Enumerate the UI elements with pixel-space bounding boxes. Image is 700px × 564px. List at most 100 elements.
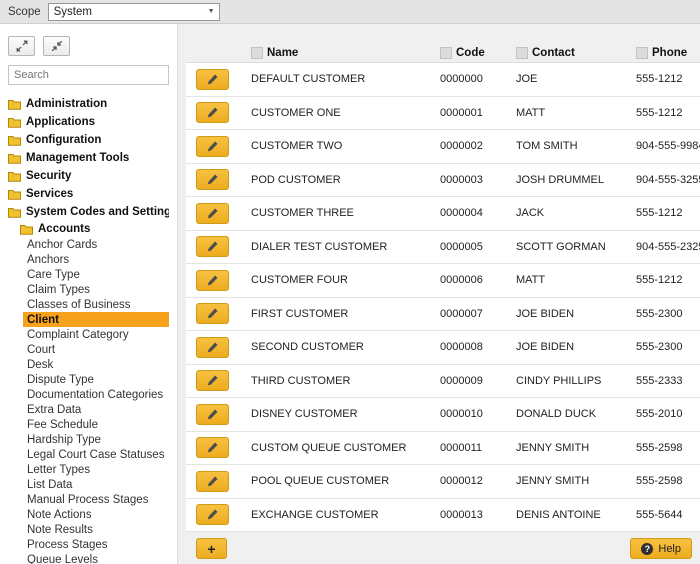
add-button[interactable]: + <box>196 538 227 559</box>
cell-phone: 555-2300 <box>621 341 700 353</box>
sidebar-item-anchors[interactable]: Anchors <box>23 252 169 267</box>
cell-code: 0000000 <box>426 73 501 85</box>
folder-icon <box>8 135 21 146</box>
folder-icon <box>8 117 21 128</box>
cell-name: CUSTOMER TWO <box>241 140 426 152</box>
sidebar-item-note-results[interactable]: Note Results <box>23 522 169 537</box>
collapse-all-button[interactable] <box>43 36 70 56</box>
column-header-name: Name <box>241 47 426 59</box>
sidebar-item-extra-data[interactable]: Extra Data <box>23 402 169 417</box>
pencil-icon <box>206 73 219 86</box>
edit-button[interactable] <box>196 69 229 90</box>
edit-button[interactable] <box>196 370 229 391</box>
sidebar-item-list-data[interactable]: List Data <box>23 477 169 492</box>
sidebar-item-accounts[interactable]: Accounts <box>20 221 169 237</box>
sidebar-item-administration[interactable]: Administration <box>8 95 169 113</box>
cell-contact: JOE BIDEN <box>501 341 621 353</box>
nav-tree: Administration Applications Configuratio… <box>8 95 169 564</box>
pencil-icon <box>206 240 219 253</box>
cell-phone: 555-2333 <box>621 375 700 387</box>
column-checkbox[interactable] <box>440 47 452 59</box>
edit-button[interactable] <box>196 437 229 458</box>
cell-contact: JOE BIDEN <box>501 308 621 320</box>
pencil-icon <box>206 140 219 153</box>
cell-name: CUSTOMER THREE <box>241 207 426 219</box>
folder-icon <box>8 171 21 182</box>
sidebar-item-desk[interactable]: Desk <box>23 357 169 372</box>
table-row: EXCHANGE CUSTOMER 0000013 DENIS ANTOINE … <box>186 499 700 533</box>
collapse-arrows-icon <box>51 40 63 52</box>
edit-button[interactable] <box>196 471 229 492</box>
sidebar-item-documentation-categories[interactable]: Documentation Categories <box>23 387 169 402</box>
sidebar-item-dispute-type[interactable]: Dispute Type <box>23 372 169 387</box>
table-row: DIALER TEST CUSTOMER 0000005 SCOTT GORMA… <box>186 231 700 265</box>
edit-button[interactable] <box>196 169 229 190</box>
cell-phone: 555-1212 <box>621 73 700 85</box>
sidebar-item-system-codes-and-settings[interactable]: System Codes and Settings <box>8 203 169 221</box>
column-checkbox[interactable] <box>251 47 263 59</box>
content-area: Administration Applications Configuratio… <box>0 24 700 564</box>
sidebar-item-services[interactable]: Services <box>8 185 169 203</box>
expand-all-button[interactable] <box>8 36 35 56</box>
edit-button[interactable] <box>196 102 229 123</box>
table-row: DISNEY CUSTOMER 0000010 DONALD DUCK 555-… <box>186 398 700 432</box>
edit-button[interactable] <box>196 404 229 425</box>
sidebar-item-manual-process-stages[interactable]: Manual Process Stages <box>23 492 169 507</box>
cell-contact: JOE <box>501 73 621 85</box>
sidebar-item-process-stages[interactable]: Process Stages <box>23 537 169 552</box>
edit-button[interactable] <box>196 203 229 224</box>
sidebar-item-management-tools[interactable]: Management Tools <box>8 149 169 167</box>
column-label: Name <box>267 47 298 59</box>
sidebar-item-label: Note Results <box>27 524 93 536</box>
sidebar-item-applications[interactable]: Applications <box>8 113 169 131</box>
column-checkbox[interactable] <box>636 47 648 59</box>
cell-code: 0000004 <box>426 207 501 219</box>
edit-button[interactable] <box>196 236 229 257</box>
edit-button[interactable] <box>196 136 229 157</box>
edit-cell <box>186 136 241 157</box>
cell-name: POD CUSTOMER <box>241 174 426 186</box>
search-input[interactable] <box>8 65 169 85</box>
help-button[interactable]: ? Help <box>630 538 692 559</box>
pencil-icon <box>206 408 219 421</box>
sidebar-item-care-type[interactable]: Care Type <box>23 267 169 282</box>
column-checkbox[interactable] <box>516 47 528 59</box>
sidebar-item-label: Claim Types <box>27 284 90 296</box>
sidebar-item-court[interactable]: Court <box>23 342 169 357</box>
edit-cell <box>186 504 241 525</box>
sidebar-item-legal-court-case-statuses[interactable]: Legal Court Case Statuses <box>23 447 169 462</box>
cell-code: 0000012 <box>426 475 501 487</box>
sidebar-item-letter-types[interactable]: Letter Types <box>23 462 169 477</box>
sidebar-item-label: Administration <box>26 98 107 110</box>
cell-contact: MATT <box>501 107 621 119</box>
help-icon: ? <box>641 543 653 555</box>
cell-phone: 555-1212 <box>621 107 700 119</box>
cell-code: 0000003 <box>426 174 501 186</box>
sidebar-item-label: Process Stages <box>27 539 108 551</box>
sidebar-item-label: Note Actions <box>27 509 92 521</box>
sidebar-item-hardship-type[interactable]: Hardship Type <box>23 432 169 447</box>
pencil-icon <box>206 106 219 119</box>
pencil-icon <box>206 475 219 488</box>
cell-code: 0000002 <box>426 140 501 152</box>
sidebar-item-configuration[interactable]: Configuration <box>8 131 169 149</box>
sidebar-item-label: Dispute Type <box>27 374 94 386</box>
scope-select[interactable]: System ▼ <box>48 3 220 21</box>
edit-button[interactable] <box>196 337 229 358</box>
edit-button[interactable] <box>196 303 229 324</box>
cell-contact: CINDY PHILLIPS <box>501 375 621 387</box>
sidebar-item-complaint-category[interactable]: Complaint Category <box>23 327 169 342</box>
sidebar-item-queue-levels[interactable]: Queue Levels <box>23 552 169 564</box>
sidebar-item-note-actions[interactable]: Note Actions <box>23 507 169 522</box>
edit-button[interactable] <box>196 504 229 525</box>
sidebar-item-classes-of-business[interactable]: Classes of Business <box>23 297 169 312</box>
sidebar-item-claim-types[interactable]: Claim Types <box>23 282 169 297</box>
sidebar-item-fee-schedule[interactable]: Fee Schedule <box>23 417 169 432</box>
sidebar-item-client[interactable]: Client <box>23 312 169 327</box>
cell-name: POOL QUEUE CUSTOMER <box>241 475 426 487</box>
sidebar-item-security[interactable]: Security <box>8 167 169 185</box>
edit-button[interactable] <box>196 270 229 291</box>
folder-icon <box>20 224 33 235</box>
sidebar-item-anchor-cards[interactable]: Anchor Cards <box>23 237 169 252</box>
table-footer: + ? Help <box>186 532 700 559</box>
